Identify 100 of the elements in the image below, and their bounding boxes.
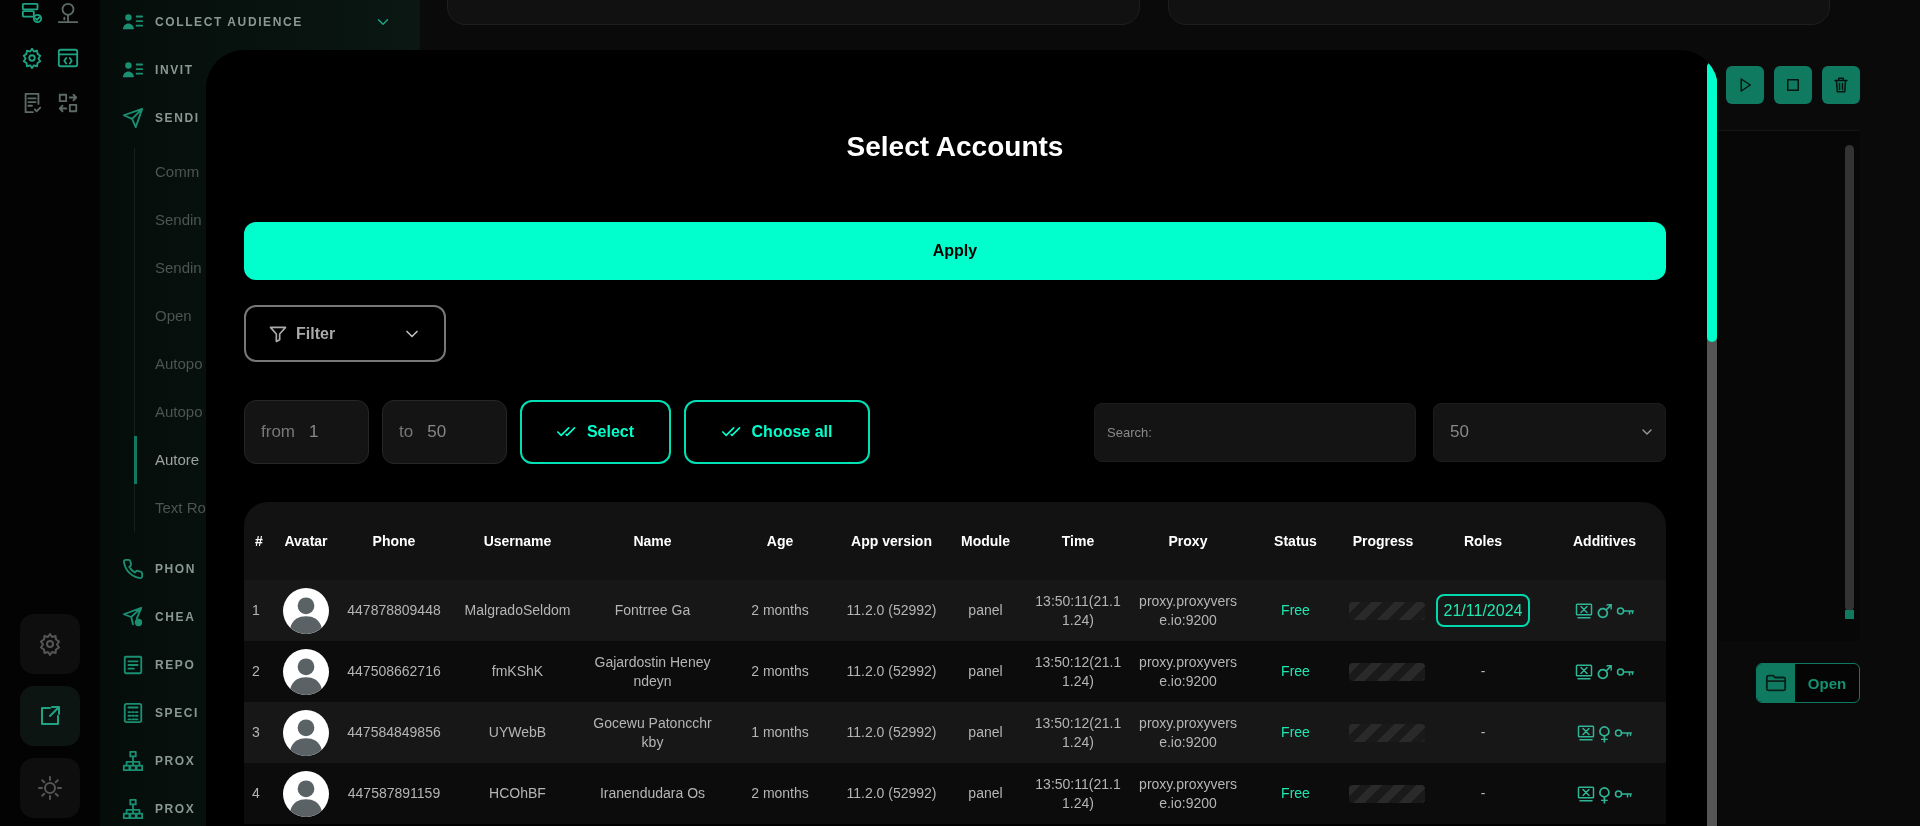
table-cell: 447584849856: [338, 702, 450, 763]
nav-section[interactable]: INVIT: [155, 63, 194, 77]
table-cell: Free: [1248, 702, 1343, 763]
page-size-select[interactable]: 50: [1433, 402, 1666, 462]
settings-icon: [38, 632, 62, 656]
table-cell: proxy.proxyverse.io:9200: [1128, 702, 1248, 763]
column-header: Name: [585, 502, 720, 580]
avatar-silhouette: [283, 587, 329, 634]
table-cell: 2 months: [720, 641, 840, 702]
table-cell: Fontrree Ga: [585, 580, 720, 641]
column-header: Status: [1248, 502, 1343, 580]
nav-section[interactable]: COLLECT AUDIENCE: [155, 15, 303, 29]
date-badge: 21/11/2024: [1435, 594, 1531, 627]
table-cell: 11.2.0 (52992): [840, 763, 943, 824]
table-cell: 2 months: [720, 763, 840, 824]
table-cell: 1 months: [720, 702, 840, 763]
stop-button[interactable]: [1774, 66, 1812, 104]
server-check-icon[interactable]: [21, 2, 43, 24]
field-label: to: [399, 422, 414, 442]
external-link-button[interactable]: [20, 686, 80, 746]
choose-all-button[interactable]: Choose all: [684, 400, 870, 464]
settings-button[interactable]: [20, 614, 80, 674]
column-header: App version: [840, 502, 943, 580]
field-label: from: [261, 422, 295, 442]
table-cell: panel: [943, 641, 1028, 702]
table-cell: 11.2.0 (52992): [840, 641, 943, 702]
avatar-silhouette: [283, 709, 329, 756]
avatar-silhouette: [283, 648, 329, 695]
network-icon: [122, 750, 144, 772]
table-cell: panel: [943, 580, 1028, 641]
table-cell: 2 months: [720, 580, 840, 641]
column-header: Avatar: [274, 502, 338, 580]
table-cell: Free: [1248, 763, 1343, 824]
nav-section[interactable]: PROX: [155, 754, 196, 768]
nav-section[interactable]: SENDI: [155, 111, 200, 125]
gear-icon[interactable]: [21, 47, 43, 69]
table-cell: -: [1423, 702, 1543, 763]
paper-plane-icon: [122, 107, 144, 129]
to-field[interactable]: to 50: [382, 400, 507, 464]
code-window-icon[interactable]: [57, 47, 79, 69]
nav-section[interactable]: CHEA: [155, 610, 196, 624]
column-header: Module: [943, 502, 1028, 580]
user-network-icon[interactable]: [57, 2, 79, 24]
table-cell: Gajardostin Heneyndeyn: [585, 641, 720, 702]
table-cell: 13:50:12(21.11.24): [1028, 702, 1128, 763]
table-cell: 1: [244, 580, 274, 641]
scrollbar[interactable]: [1707, 62, 1717, 826]
receipt-icon: [122, 654, 144, 676]
phone-icon: [122, 558, 144, 580]
calculator-icon: [122, 702, 144, 724]
column-header: Time: [1028, 502, 1128, 580]
trash-icon: [1832, 76, 1850, 94]
table-cell: 3: [244, 702, 274, 763]
table-cell: fmKShK: [450, 641, 585, 702]
table-cell: panel: [943, 763, 1028, 824]
table-cell: Gocewu Patoncchrkby: [585, 702, 720, 763]
scrollbar[interactable]: [1845, 145, 1854, 611]
select-button[interactable]: Select: [520, 400, 671, 464]
table-cell: 11.2.0 (52992): [840, 702, 943, 763]
external-link-icon: [38, 704, 62, 728]
from-field[interactable]: from 1: [244, 400, 369, 464]
apply-button[interactable]: Apply: [244, 222, 1666, 280]
open-button[interactable]: Open: [1756, 663, 1860, 703]
delete-button[interactable]: [1822, 66, 1860, 104]
table-row[interactable]: 2 447508662716 fmKShK Gajardostin Heneyndeyn 2 months 11.2.0 (52992) panel 13:50:12(21.11.24) proxy.proxyverse.io:9200 Free - ♂: [244, 641, 1666, 702]
gender-symbol: ♂: [1595, 661, 1613, 682]
table-cell: 447878809448: [338, 580, 450, 641]
gender-symbol: ♀: [1597, 722, 1612, 743]
table-cell: proxy.proxyverse.io:9200: [1128, 641, 1248, 702]
table-cell: UYWebB: [450, 702, 585, 763]
filter-dropdown[interactable]: Filter: [244, 305, 446, 362]
table-cell: HCOhBF: [450, 763, 585, 824]
column-header: Username: [450, 502, 585, 580]
field-value: 1: [309, 422, 319, 442]
table-cell: panel: [943, 702, 1028, 763]
play-button[interactable]: [1726, 66, 1764, 104]
sun-moon-icon: [38, 776, 62, 800]
table-cell: -: [1423, 763, 1543, 824]
nav-section[interactable]: PROX: [155, 802, 196, 816]
table-cell: proxy.proxyverse.io:9200: [1128, 580, 1248, 641]
table-cell: Free: [1248, 580, 1343, 641]
modal-title: Select Accounts: [845, 130, 1065, 164]
column-header: Age: [720, 502, 840, 580]
nav-section[interactable]: PHON: [155, 562, 197, 576]
column-header: #: [244, 502, 274, 580]
avatar-silhouette: [283, 770, 329, 817]
nav-section[interactable]: REPO: [155, 658, 196, 672]
table-row[interactable]: 4 447587891159 HCOhBF Iranendudara Os 2 months 11.2.0 (52992) panel 13:50:11(21.11.24) proxy.proxyverse.io:9200 Free - ♀: [244, 763, 1666, 824]
paper-plane-plus-icon: [122, 606, 144, 628]
search-field[interactable]: Search:: [1094, 402, 1416, 462]
column-header: Additives: [1543, 502, 1666, 580]
swap-icon[interactable]: [57, 92, 79, 114]
table-cell: 13:50:11(21.11.24): [1028, 763, 1128, 824]
theme-button[interactable]: [20, 758, 80, 818]
nav-section[interactable]: SPECI: [155, 706, 199, 720]
resize-handle[interactable]: [1845, 610, 1854, 619]
column-header: Proxy: [1128, 502, 1248, 580]
table-cell: Free: [1248, 641, 1343, 702]
folder-icon: [1765, 672, 1787, 694]
table-cell: -: [1423, 641, 1543, 702]
